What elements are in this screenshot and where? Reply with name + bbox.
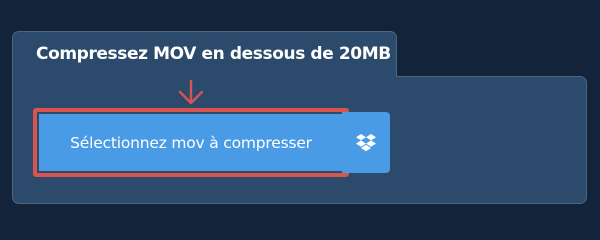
card-seam bbox=[13, 75, 396, 79]
select-file-button[interactable]: Sélectionnez mov à compresser bbox=[39, 114, 343, 171]
arrow-down-icon bbox=[178, 80, 204, 105]
card-title: Compressez MOV en dessous de 20MB bbox=[36, 44, 391, 64]
dropbox-button[interactable] bbox=[342, 112, 390, 173]
dropbox-icon bbox=[356, 133, 376, 151]
